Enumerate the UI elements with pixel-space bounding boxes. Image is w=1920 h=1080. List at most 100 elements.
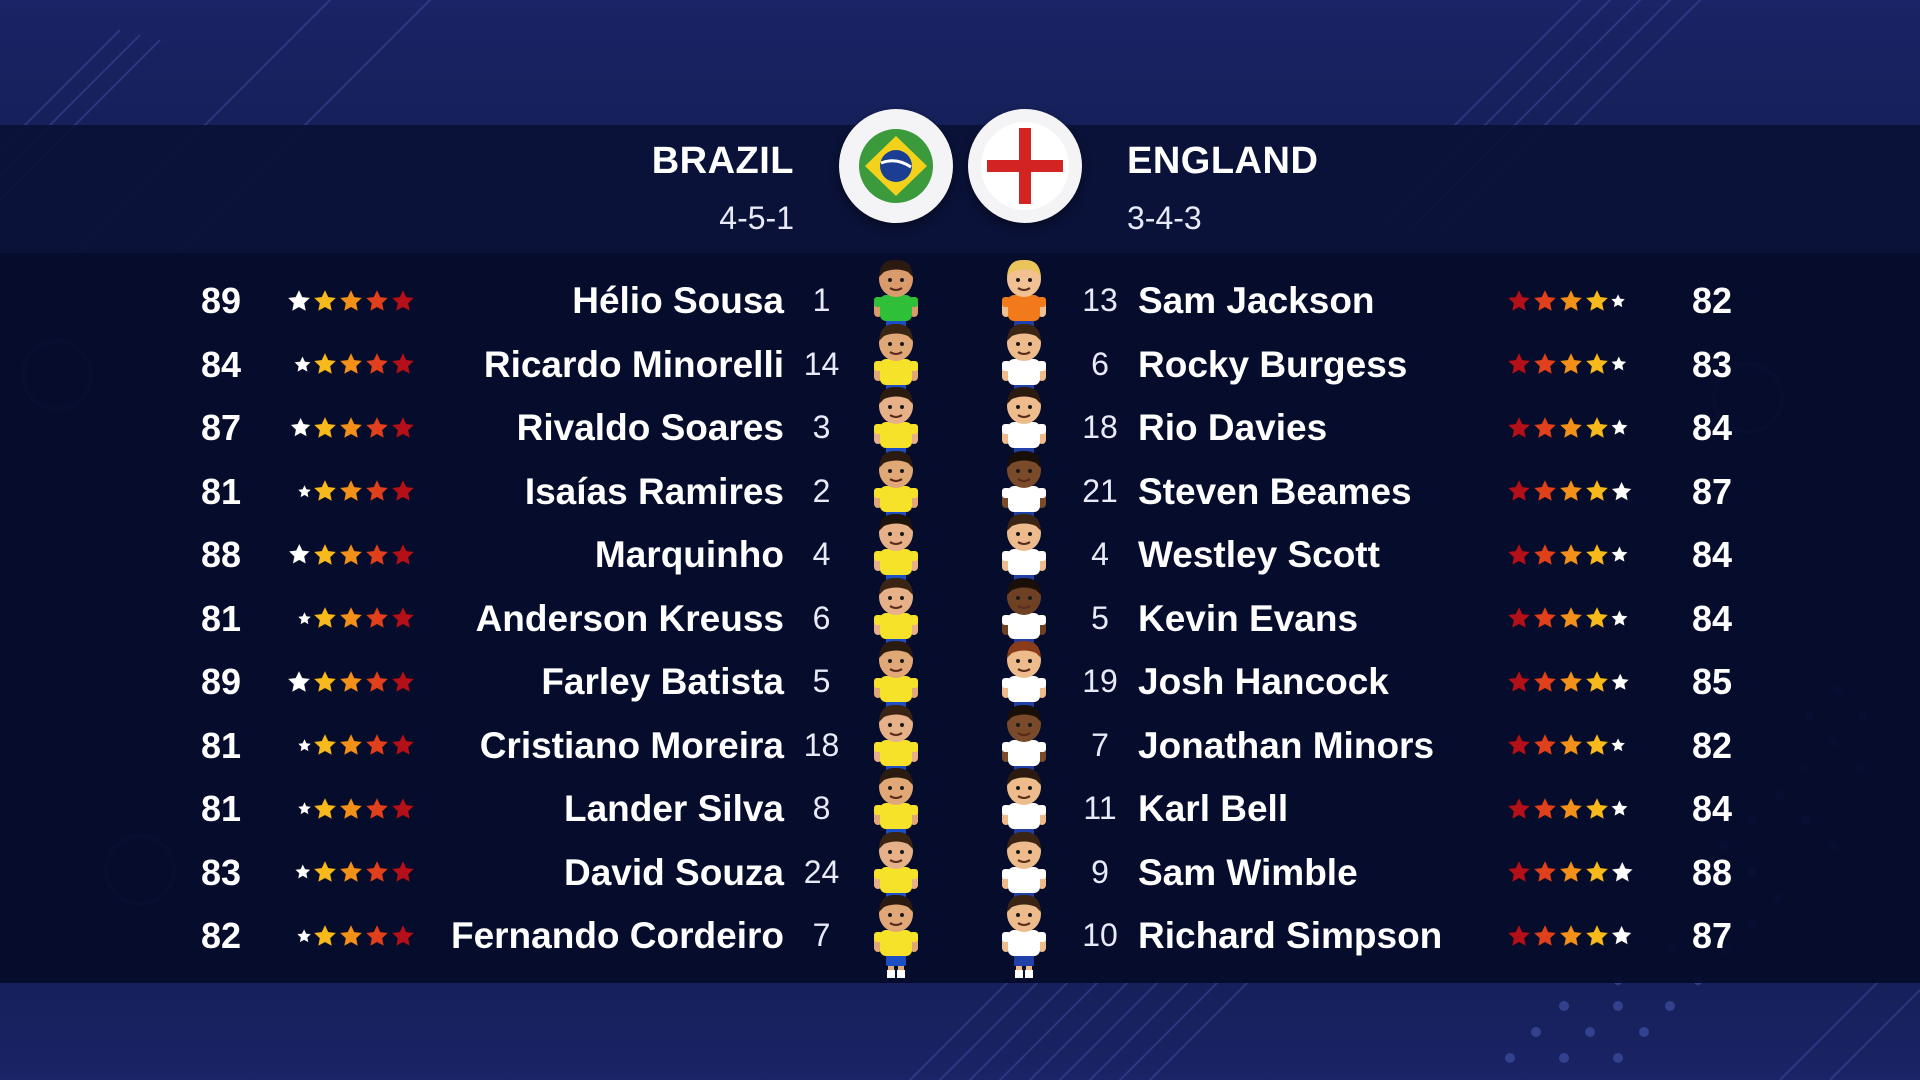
star-icon	[1610, 293, 1626, 308]
away-player-name[interactable]: Rocky Burgess	[1138, 333, 1407, 397]
star-icon	[1507, 542, 1531, 566]
away-player-stars	[1506, 523, 1644, 587]
away-player-name[interactable]: Sam Wimble	[1138, 841, 1358, 905]
lineup-row: 81 Cristiano Moreira 18 7 Jonathan Minors 82	[0, 704, 1920, 788]
star-icon	[1533, 860, 1557, 883]
background-top-band	[0, 0, 1920, 125]
home-player-stars	[278, 650, 416, 714]
star-icon	[365, 288, 389, 312]
away-player-number: 18	[1082, 409, 1118, 445]
home-player-rating: 81	[201, 788, 242, 829]
lineup-row: 88 Marquinho 4 4 Westley Scott 84	[0, 513, 1920, 597]
star-icon	[1559, 415, 1583, 439]
star-icon	[1585, 669, 1609, 693]
away-player-rating: 87	[1691, 470, 1732, 512]
away-player-name[interactable]: Steven Beames	[1138, 460, 1412, 524]
lineup-row: 81 Anderson Kreuss 6 5 Kevin Evans 84	[0, 577, 1920, 661]
star-icon	[1507, 606, 1531, 629]
away-player-stars	[1506, 714, 1644, 778]
away-player-name[interactable]: Sam Jackson	[1138, 269, 1375, 333]
home-team-name: BRAZIL	[651, 140, 794, 182]
home-player-name[interactable]: Isaías Ramires	[525, 460, 784, 524]
lineup-row: 81 Isaías Ramires 2 21 Steven Beames 87	[0, 450, 1920, 534]
away-player-rating: 84	[1691, 534, 1732, 575]
home-player-rating: 87	[201, 407, 242, 448]
away-player-name[interactable]: Karl Bell	[1138, 777, 1288, 841]
home-player-name[interactable]: Cristiano Moreira	[480, 714, 784, 778]
star-icon	[391, 606, 415, 629]
star-icon	[1610, 737, 1626, 752]
away-player-name[interactable]: Kevin Evans	[1138, 587, 1358, 651]
home-team-formation: 4-5-1	[719, 200, 794, 236]
star-icon	[365, 860, 389, 883]
star-icon	[391, 352, 415, 375]
star-rating	[278, 460, 416, 524]
lineup-row: 83 David Souza 24 9 Sam Wimble 88	[0, 831, 1920, 915]
home-player-number: 24	[803, 853, 840, 890]
away-player-name[interactable]: Rio Davies	[1138, 396, 1327, 460]
home-player-name[interactable]: Marquinho	[595, 523, 784, 587]
star-icon	[365, 352, 389, 375]
star-icon	[1585, 923, 1609, 947]
away-player-name[interactable]: Josh Hancock	[1138, 650, 1389, 714]
star-rating	[1506, 841, 1644, 905]
star-rating	[278, 777, 416, 841]
star-icon	[1507, 923, 1531, 947]
star-icon	[391, 796, 415, 820]
home-player-rating: 84	[201, 343, 242, 385]
star-icon	[339, 288, 363, 312]
star-rating	[278, 396, 416, 460]
away-player-stars	[1506, 841, 1644, 905]
star-icon	[1610, 800, 1629, 817]
home-player-stars	[278, 460, 416, 524]
star-icon	[339, 860, 363, 883]
star-rating	[278, 333, 416, 397]
star-icon	[339, 606, 363, 629]
home-player-name[interactable]: Rivaldo Soares	[517, 396, 784, 460]
home-player-number: 2	[812, 472, 831, 509]
away-player-stars	[1506, 904, 1644, 968]
star-icon	[313, 479, 337, 502]
home-player-number: 14	[803, 345, 840, 382]
star-icon	[1585, 352, 1609, 375]
home-player-name[interactable]: Hélio Sousa	[572, 269, 784, 333]
star-icon	[1610, 609, 1629, 626]
star-icon	[1585, 415, 1609, 439]
star-icon	[339, 479, 363, 502]
lineup-row: 89 Farley Batista 5 19 Josh Hancock 85	[0, 640, 1920, 724]
home-player-stars	[278, 714, 416, 778]
away-player-number: 9	[1091, 853, 1109, 890]
star-icon	[339, 352, 363, 375]
away-player-name[interactable]: Jonathan Minors	[1138, 714, 1434, 778]
home-player-name[interactable]: Fernando Cordeiro	[451, 904, 784, 968]
lineup-row: 87 Rivaldo Soares 3 18 Rio Davies 84	[0, 386, 1920, 470]
star-icon	[297, 484, 312, 498]
away-player-name[interactable]: Richard Simpson	[1138, 904, 1442, 968]
star-icon	[289, 417, 311, 438]
star-icon	[1559, 288, 1583, 312]
star-icon	[365, 733, 389, 756]
home-player-number: 8	[812, 790, 831, 826]
home-player-name[interactable]: David Souza	[564, 841, 784, 905]
star-icon	[339, 796, 363, 820]
star-icon	[313, 796, 337, 820]
lineup-row: 81 Lander Silva 8 11 Karl Bell 84	[0, 767, 1920, 851]
away-player-stars	[1506, 650, 1644, 714]
star-icon	[339, 669, 363, 693]
away-player-rating: 84	[1691, 597, 1732, 639]
away-player-name[interactable]: Westley Scott	[1138, 523, 1380, 587]
star-rating	[278, 714, 416, 778]
home-player-name[interactable]: Anderson Kreuss	[476, 587, 784, 651]
star-icon	[1585, 606, 1609, 629]
home-player-name[interactable]: Ricardo Minorelli	[484, 333, 784, 397]
away-player-number: 7	[1091, 726, 1109, 763]
home-player-name[interactable]: Lander Silva	[564, 777, 784, 841]
star-icon	[1610, 672, 1630, 690]
star-icon	[313, 415, 337, 439]
away-player-number: 11	[1083, 790, 1117, 826]
star-rating	[1506, 396, 1644, 460]
home-player-stars	[278, 269, 416, 333]
star-icon	[1533, 923, 1557, 947]
home-player-name[interactable]: Farley Batista	[541, 650, 784, 714]
star-icon	[391, 542, 415, 566]
